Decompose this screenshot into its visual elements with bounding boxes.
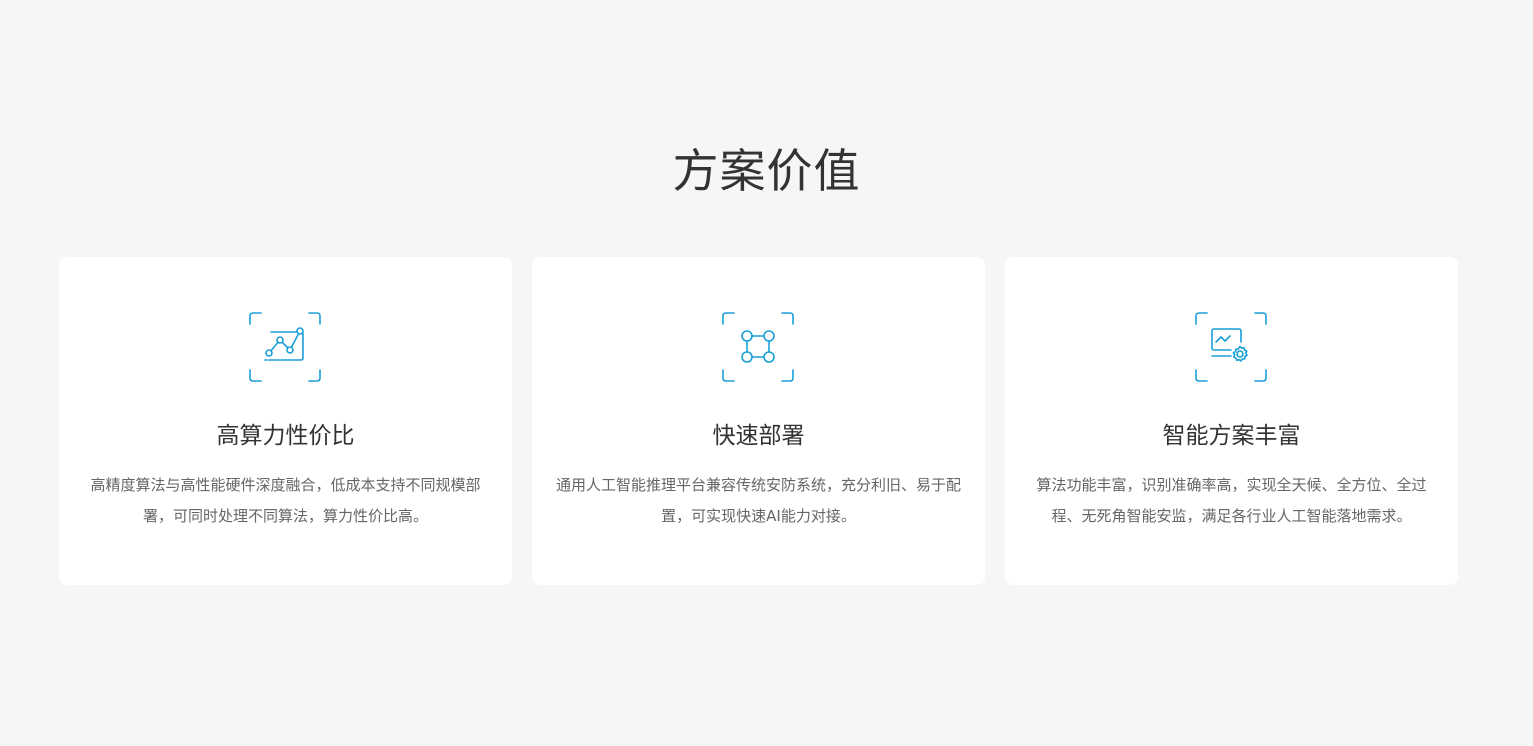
solution-value-section: 方案价值 高算力性价比 高精度算法与高性能硬件深度融合，低成本支持不同规模部署，… [0, 0, 1533, 746]
monitor-settings-icon [1195, 312, 1267, 382]
value-card-cost-performance: 高算力性价比 高精度算法与高性能硬件深度融合，低成本支持不同规模部署，可同时处理… [59, 257, 512, 585]
line-chart-icon [249, 312, 321, 382]
node-network-icon [722, 312, 794, 382]
value-card-rich-solutions: 智能方案丰富 算法功能丰富，识别准确率高，实现全天候、全方位、全过程、无死角智能… [1005, 257, 1458, 585]
card-description: 算法功能丰富，识别准确率高，实现全天候、全方位、全过程、无死角智能安监，满足各行… [1036, 476, 1427, 525]
section-title: 方案价值 [672, 144, 861, 198]
card-description: 高精度算法与高性能硬件深度融合，低成本支持不同规模部署，可同时处理不同算法，算力… [90, 476, 481, 525]
card-title: 智能方案丰富 [1162, 423, 1301, 449]
card-title: 快速部署 [712, 423, 805, 449]
value-card-fast-deployment: 快速部署 通用人工智能推理平台兼容传统安防系统，充分利旧、易于配置，可实现快速A… [532, 257, 985, 585]
card-title: 高算力性价比 [216, 423, 355, 449]
value-cards: 高算力性价比 高精度算法与高性能硬件深度融合，低成本支持不同规模部署，可同时处理… [59, 257, 1459, 585]
card-description: 通用人工智能推理平台兼容传统安防系统，充分利旧、易于配置，可实现快速AI能力对接… [556, 476, 962, 525]
